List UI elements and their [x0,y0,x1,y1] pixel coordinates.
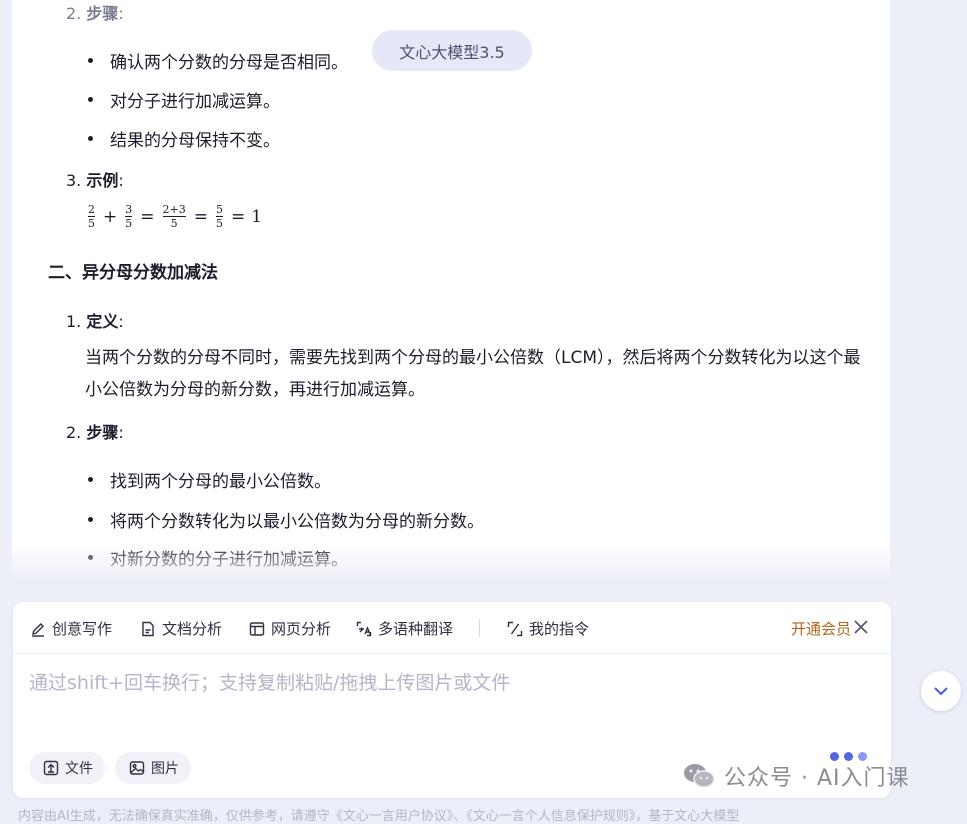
model-badge[interactable]: 文心大模型3.5 [372,30,532,71]
upload-file-button[interactable]: 文件 [29,752,105,784]
upload-icon [43,760,59,776]
step-heading: 2. 步骤: [66,419,124,443]
bullet-icon [88,136,93,141]
disclaimer-text: 内容由AI生成，无法确保真实准确，仅供参考，请遵守《文心一言用户协议》、《文心一… [18,809,740,824]
list-number: 2. [66,423,82,442]
list-item-text: 结果的分母保持不变。 [110,131,280,151]
tool-label: 多语种翻译 [378,620,454,638]
step-heading: 2. 步骤: [66,0,124,24]
example-title: 示例 [86,171,119,190]
colon: : [118,423,124,442]
operator: = [193,206,208,227]
tool-label: 我的指令 [529,620,590,638]
close-icon[interactable] [853,618,869,636]
scroll-down-button[interactable] [921,671,961,711]
colon: : [118,312,124,331]
definition-heading: 1. 定义: [66,308,124,332]
upload-image-button[interactable]: 图片 [115,752,191,784]
bullet-icon [88,97,93,102]
watermark-text: 公众号 · AI入门课 [724,766,910,791]
list-item-text: 确认两个分数的分母是否相同。 [110,53,348,73]
list-item-text: 对新分数的分子进行加减运算。 [110,550,348,570]
pen-icon [32,622,44,637]
fraction: 35 [125,203,133,230]
chat-response-panel: 2. 步骤: 确认两个分数的分母是否相同。 对分子进行加减运算。 结果的分母保持… [12,0,890,580]
denominator: 5 [125,217,133,230]
bullet-icon [88,555,93,560]
vip-link[interactable]: 开通会员 [791,618,851,639]
list-item-text: 将两个分数转化为以最小公倍数为分母的新分数。 [110,512,484,532]
definition-text: 当两个分数的分母不同时，需要先找到两个分母的最小公倍数（LCM），然后将两个分数… [85,348,861,400]
toolbar-divider [479,619,480,637]
colon: : [118,171,124,190]
fraction: 25 [88,204,95,229]
definition-title: 定义 [86,312,119,331]
math-result: 1 [251,206,263,227]
numerator: 2+3 [162,203,186,216]
math-formula: 25 + 35 = 2+3 5 = 55 = 1 [86,204,262,229]
document-icon [142,621,154,636]
colon: : [118,4,124,23]
example-heading: 3. 示例: [66,167,124,191]
upload-file-label: 文件 [65,761,93,777]
step-title: 步骤 [86,4,119,23]
prompt-input[interactable] [29,668,849,698]
slash-command-icon [507,621,523,636]
tool-web-analysis[interactable]: 网页分析 [249,618,331,639]
tool-label: 网页分析 [271,620,332,638]
divider [13,653,891,654]
list-number: 3. [66,171,82,190]
bullet-icon [88,477,93,482]
operator: = [140,206,155,227]
chevron-down-icon [934,687,948,696]
fraction: 55 [215,203,223,230]
operator: = [230,206,246,227]
tool-doc-analysis[interactable]: 文档分析 [140,618,222,639]
tool-translate[interactable]: 多语种翻译 [356,618,453,639]
operator: + [103,206,118,227]
upload-image-label: 图片 [151,761,179,777]
wechat-logo-icon [684,764,715,788]
denominator: 5 [215,217,223,230]
denominator: 5 [170,217,178,230]
tool-creative-writing[interactable]: 创意写作 [30,618,112,639]
list-number: 2. [66,4,82,23]
fraction: 2+3 5 [162,203,186,230]
tool-label: 创意写作 [52,620,113,638]
watermark: 公众号 · AI入门课 [682,760,910,792]
step-title: 步骤 [86,423,119,442]
translate-icon [356,621,372,636]
list-number: 1. [66,312,82,331]
browser-icon [249,621,265,636]
bullet-icon [88,517,93,522]
numerator: 2 [88,203,95,216]
list-item-text: 对分子进行加减运算。 [110,92,280,112]
numerator: 5 [215,203,223,216]
bullet-icon [88,58,93,63]
numerator: 3 [125,203,133,216]
section-heading: 二、异分母分数加减法 [48,263,218,283]
list-item-text: 找到两个分母的最小公倍数。 [110,472,331,492]
tool-label: 文档分析 [162,620,223,638]
denominator: 5 [88,217,95,230]
tool-my-commands[interactable]: 我的指令 [507,618,589,639]
image-icon [129,761,145,775]
